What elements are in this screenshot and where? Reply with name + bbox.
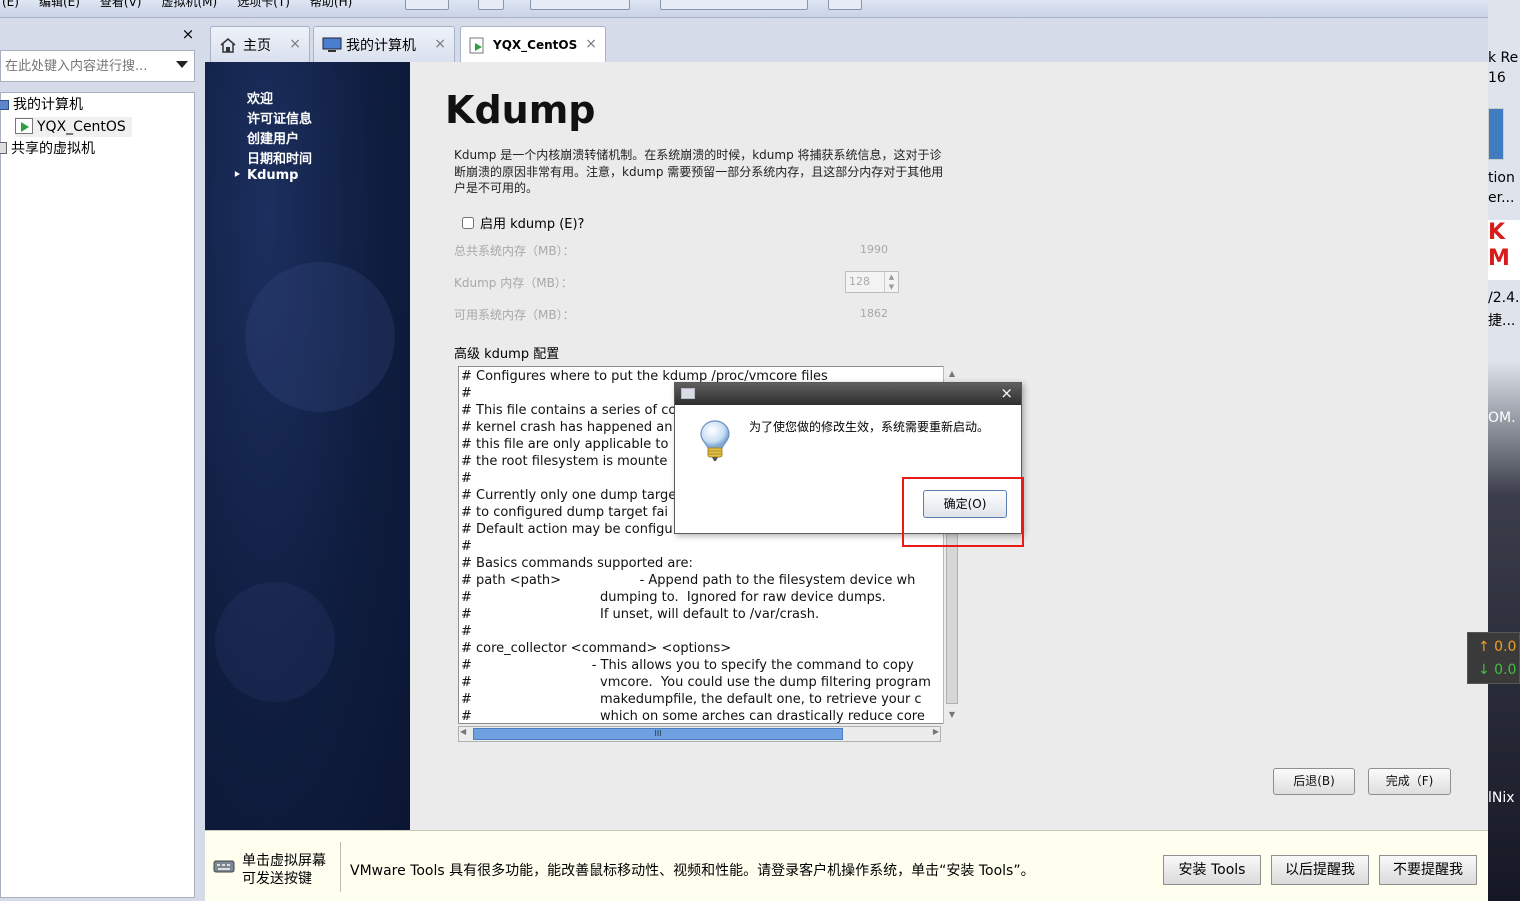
library-search-input[interactable] — [1, 51, 171, 81]
nav-active-marker: ‣ — [233, 168, 242, 183]
download-speed: ↓ 0.0 — [1478, 662, 1517, 678]
vm-icon — [15, 118, 33, 134]
scroll-down-icon[interactable]: ▼ — [945, 708, 959, 722]
library-tree: 我的计算机 YQX_CentOS 共享的虚拟机 — [0, 92, 195, 898]
menu-item[interactable]: 编辑(E) — [39, 0, 80, 10]
desktop-background — [1488, 0, 1520, 901]
tab-yqx-centos[interactable]: YQX_CentOS × — [460, 26, 606, 63]
send-keys-hint: 单击虚拟屏幕 可发送按键 — [242, 853, 326, 887]
stepper-arrows-icon[interactable]: ▲ ▼ — [884, 272, 898, 292]
enable-kdump[interactable]: 启用 kdump (E)? — [462, 213, 584, 232]
tree-item-shared-vms[interactable]: 共享的虚拟机 — [0, 139, 95, 159]
pause-toolbar-button[interactable] — [405, 0, 449, 10]
snapshot-toolbar-buttons[interactable] — [530, 0, 630, 10]
desktop-text: lNix — [1488, 790, 1515, 806]
chevron-down-icon[interactable] — [176, 61, 188, 68]
tab-label: 主页 — [243, 37, 271, 54]
available-memory-label: 可用系统内存（MB）： — [454, 308, 575, 322]
separator — [340, 842, 341, 892]
tab-my-computer[interactable]: 我的计算机 × — [313, 26, 455, 62]
desktop-text: /2.4. — [1488, 290, 1520, 306]
nav-item-welcome: 欢迎 — [247, 92, 274, 107]
library-search[interactable] — [0, 50, 195, 82]
menu-item[interactable]: (E) — [2, 0, 19, 10]
lightbulb-icon — [697, 417, 733, 465]
installer-nav-panel: 欢迎 许可证信息 创建用户 日期和时间 ‣ Kdump — [205, 62, 410, 830]
tree-item-yqx-centos[interactable]: YQX_CentOS — [15, 117, 132, 137]
available-memory-value: 1862 — [860, 307, 888, 320]
nav-item-kdump: Kdump — [247, 168, 299, 183]
scroll-left-icon[interactable]: ◀ — [460, 727, 466, 736]
total-memory-value: 1990 — [860, 243, 888, 256]
never-remind-button[interactable]: 不要提醒我 — [1379, 855, 1477, 885]
desktop-text: OM. — [1488, 410, 1516, 426]
desktop-text: k Re — [1488, 50, 1519, 66]
dialog-titlebar: × — [675, 383, 1021, 405]
tab-label: 我的计算机 — [346, 37, 416, 54]
kdump-memory-value: 128 — [849, 275, 870, 288]
tree-item-label: YQX_CentOS — [37, 119, 126, 135]
tools-message: VMware Tools 具有很多功能，能改善鼠标移动性、视频和性能。请登录客户… — [350, 863, 1035, 879]
nav-item-date-time: 日期和时间 — [247, 152, 313, 167]
desktop-text: tion — [1488, 170, 1515, 186]
kdump-memory-stepper[interactable]: 128 ▲ ▼ — [845, 271, 899, 293]
network-speed-widget: ↑ 0.0 ↓ 0.0 — [1467, 632, 1520, 684]
desktop-text: er... — [1488, 190, 1515, 206]
close-icon[interactable]: × — [1000, 384, 1013, 402]
menu-item[interactable]: 虚拟机(M) — [161, 0, 217, 10]
tab-bar: 主页 × 我的计算机 × YQX_CentOS × — [205, 22, 1488, 63]
enable-kdump-checkbox[interactable] — [462, 216, 474, 229]
desktop-text: 16 — [1488, 70, 1506, 86]
sidebar-close-icon[interactable]: × — [180, 26, 196, 42]
kdump-description: Kdump 是一个内核崩溃转储机制。在系统崩溃的时候，kdump 将捕获系统信息… — [454, 148, 944, 195]
dialog-message: 为了使您做的修改生效，系统需要重新启动。 — [749, 420, 990, 434]
vm-icon — [469, 37, 487, 54]
menu-item[interactable]: 帮助(H) — [310, 0, 352, 10]
shared-vms-icon — [0, 142, 7, 154]
enable-kdump-label: 启用 kdump (E)? — [480, 217, 585, 232]
close-icon[interactable]: × — [585, 36, 597, 52]
advanced-config-label: 高级 kdump 配置 — [454, 347, 560, 362]
total-memory-label: 总共系统内存（MB）： — [454, 244, 575, 258]
tree-item-label: 我的计算机 — [13, 97, 83, 113]
tree-item-label: 共享的虚拟机 — [11, 141, 95, 157]
upload-speed: ↑ 0.0 — [1478, 639, 1517, 655]
unity-toolbar-button[interactable] — [828, 0, 862, 10]
tree-item-my-computer[interactable]: 我的计算机 — [0, 95, 83, 115]
menu-bar: (E) 编辑(E) 查看(V) 虚拟机(M) 选项卡(T) 帮助(H) — [0, 0, 1490, 18]
menu-item[interactable]: 查看(V) — [100, 0, 142, 10]
scroll-right-icon[interactable]: ▶ — [933, 727, 939, 736]
tab-label: YQX_CentOS — [493, 38, 578, 52]
nav-item-license: 许可证信息 — [247, 112, 313, 127]
computer-icon — [0, 100, 9, 110]
back-button[interactable]: 后退(B) — [1273, 768, 1355, 795]
computer-icon — [322, 37, 342, 53]
scrollbar-thumb[interactable]: III — [473, 728, 843, 740]
config-horizontal-scrollbar[interactable]: ◀ III ▶ — [458, 726, 941, 742]
close-icon[interactable]: × — [289, 36, 301, 52]
remind-later-button[interactable]: 以后提醒我 — [1271, 855, 1369, 885]
menu-item[interactable]: 选项卡(T) — [237, 0, 290, 10]
desktop-text: 捷... — [1488, 313, 1516, 329]
desktop-text: M — [1488, 246, 1510, 271]
home-icon — [219, 37, 237, 53]
nav-item-create-user: 创建用户 — [247, 132, 300, 147]
desktop-text: K — [1488, 220, 1506, 245]
tab-home[interactable]: 主页 × — [210, 26, 310, 62]
install-tools-button[interactable]: 安装 Tools — [1163, 855, 1261, 885]
page-title: Kdump — [445, 88, 596, 132]
view-toolbar-buttons[interactable] — [660, 0, 808, 10]
close-icon[interactable]: × — [434, 36, 446, 52]
finish-button[interactable]: 完成（F) — [1368, 768, 1451, 795]
keyboard-icon — [213, 858, 235, 874]
send-keys-toolbar-button[interactable] — [478, 0, 504, 10]
kdump-memory-label: Kdump 内存（MB）： — [454, 276, 573, 290]
highlight-box — [902, 477, 1024, 547]
window-icon — [681, 388, 695, 399]
scroll-up-icon[interactable]: ▲ — [945, 367, 959, 381]
